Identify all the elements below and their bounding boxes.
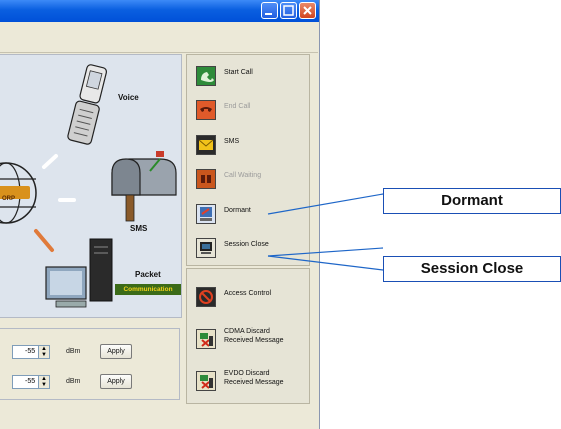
power-unit-2: dBm — [66, 378, 81, 385]
monitor-icon — [196, 238, 216, 258]
cdma-discard-button[interactable]: CDMA Discard Received Message — [196, 327, 316, 353]
spinner-arrows-icon[interactable]: ▲ ▼ — [38, 376, 49, 388]
access-control-icon — [196, 287, 216, 307]
apply-button-1[interactable]: Apply — [100, 344, 132, 359]
hold-icon — [196, 169, 216, 189]
phone-icon — [67, 64, 108, 145]
power-spinner-1[interactable]: -55 ▲ ▼ — [12, 345, 50, 359]
evdo-discard-button[interactable]: EVDO Discard Received Message — [196, 369, 316, 395]
evdo-discard-line1: EVDO Discard — [224, 370, 270, 377]
power-settings-group — [0, 328, 180, 400]
orp-label: ORP — [2, 196, 16, 202]
link-dash — [42, 154, 58, 169]
maximize-icon — [283, 5, 294, 16]
computer-icon — [45, 238, 113, 308]
network-diagram: Voice SMS Packet ORP — [0, 54, 182, 318]
discard-icon — [196, 371, 216, 391]
evdo-discard-line2: Received Message — [224, 379, 284, 386]
menu-area — [0, 22, 318, 53]
access-control-button[interactable]: Access Control — [196, 285, 316, 311]
call-waiting-label: Call Waiting — [224, 172, 262, 179]
end-call-button[interactable]: End Call — [196, 98, 316, 124]
power-value-1: -55 — [25, 348, 36, 355]
start-call-label: Start Call — [224, 69, 253, 76]
start-call-button[interactable]: Start Call — [196, 64, 316, 90]
session-close-label: Session Close — [224, 241, 269, 248]
dormant-label: Dormant — [224, 207, 251, 214]
close-icon — [303, 6, 312, 15]
hangup-icon — [196, 100, 216, 120]
dormant-button[interactable]: Dormant — [196, 202, 316, 228]
title-bar — [0, 0, 319, 22]
globe-icon — [0, 162, 37, 224]
discard-icon — [196, 329, 216, 349]
call-waiting-button[interactable]: Call Waiting — [196, 167, 316, 193]
cdma-discard-line2: Received Message — [224, 337, 284, 344]
close-button[interactable] — [299, 2, 316, 19]
session-close-button[interactable]: Session Close — [196, 236, 316, 262]
packet-communication-label: Communication — [115, 284, 181, 295]
phone-icon — [196, 66, 216, 86]
power-spinner-2[interactable]: -55 ▲ ▼ — [12, 375, 50, 389]
evdo-discard-label: EVDO Discard Received Message — [224, 369, 284, 387]
sms-button[interactable]: SMS — [196, 133, 316, 159]
cdma-discard-label: CDMA Discard Received Message — [224, 327, 284, 345]
app-window: Voice SMS Packet ORP Communication Start… — [0, 0, 320, 429]
maximize-button[interactable] — [280, 2, 297, 19]
mailbox-icon — [111, 151, 177, 222]
end-call-label: End Call — [224, 103, 251, 110]
dormant-icon — [196, 204, 216, 224]
envelope-icon — [196, 135, 216, 155]
minimize-icon — [265, 13, 272, 15]
spinner-arrows-icon[interactable]: ▲ ▼ — [38, 346, 49, 358]
power-value-2: -55 — [25, 378, 36, 385]
dormant-callout: Dormant — [383, 188, 561, 214]
sms-control-label: SMS — [224, 138, 240, 145]
link-dash — [34, 229, 54, 252]
power-unit-1: dBm — [66, 348, 81, 355]
session-close-callout: Session Close — [383, 256, 561, 282]
apply-button-2[interactable]: Apply — [100, 374, 132, 389]
sms-label: SMS — [130, 224, 148, 233]
voice-label: Voice — [118, 93, 139, 102]
cdma-discard-line1: CDMA Discard — [224, 328, 270, 335]
packet-label: Packet — [135, 270, 161, 279]
minimize-button[interactable] — [261, 2, 278, 19]
access-control-label: Access Control — [224, 290, 272, 297]
